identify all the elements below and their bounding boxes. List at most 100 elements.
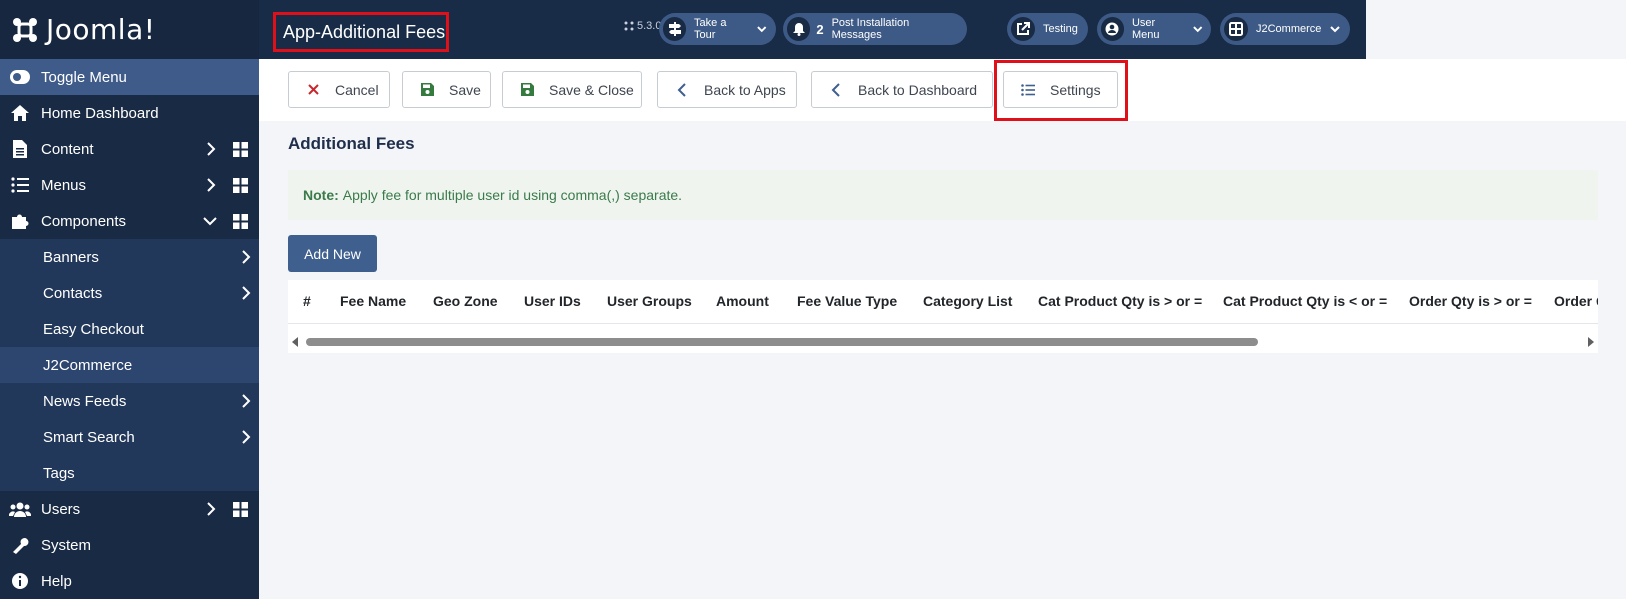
chevron-right-icon[interactable] bbox=[205, 501, 217, 517]
column-header[interactable]: User IDs bbox=[524, 293, 581, 309]
column-header[interactable]: Category List bbox=[923, 293, 1012, 309]
sidebar-subitem-easy-checkout[interactable]: Easy Checkout bbox=[0, 311, 259, 347]
sidebar-subitem-smart-search[interactable]: Smart Search bbox=[0, 419, 259, 455]
chevron-right-icon[interactable] bbox=[240, 249, 252, 265]
external-link-icon bbox=[1011, 17, 1035, 41]
horizontal-scrollbar[interactable] bbox=[288, 337, 1598, 347]
info-note: Note: Apply fee for multiple user id usi… bbox=[288, 170, 1598, 220]
users-icon bbox=[9, 499, 31, 519]
j2commerce-label: J2Commerce bbox=[1256, 23, 1322, 35]
panels-icon bbox=[1224, 17, 1248, 41]
chevron-right-icon[interactable] bbox=[240, 429, 252, 445]
testing-site-button[interactable]: Testing bbox=[1007, 13, 1088, 45]
user-menu-button[interactable]: User Menu bbox=[1097, 13, 1211, 45]
take-tour-label: Take a Tour bbox=[694, 17, 727, 41]
home-icon bbox=[9, 103, 31, 123]
close-icon bbox=[305, 82, 321, 98]
cancel-label: Cancel bbox=[335, 81, 379, 98]
sidebar-item-home-dashboard[interactable]: Home Dashboard bbox=[0, 95, 259, 131]
save-close-label: Save & Close bbox=[549, 81, 634, 98]
sidebar-item-system[interactable]: System bbox=[0, 527, 259, 563]
column-header[interactable]: Fee Name bbox=[340, 293, 406, 309]
column-header[interactable]: Cat Product Qty is < or = bbox=[1223, 293, 1387, 309]
sidebar-item-users[interactable]: Users bbox=[0, 491, 259, 527]
post-installation-messages-button[interactable]: 2 Post Installation Messages bbox=[783, 13, 967, 45]
sidebar-subitem-label: News Feeds bbox=[43, 392, 127, 410]
sidebar-subitem-label: Contacts bbox=[43, 284, 103, 302]
sidebar-item-label: Content bbox=[41, 140, 94, 158]
sidebar-subitem-banners[interactable]: Banners bbox=[0, 239, 259, 275]
save-button[interactable]: Save bbox=[402, 71, 491, 108]
sidebar-subitem-news-feeds[interactable]: News Feeds bbox=[0, 383, 259, 419]
scroll-left-arrow-icon[interactable] bbox=[291, 337, 299, 347]
user-icon bbox=[1101, 17, 1124, 41]
sidebar-subitem-label: J2Commerce bbox=[43, 356, 133, 374]
sidebar-subitem-tags[interactable]: Tags bbox=[0, 455, 259, 491]
chevron-right-icon[interactable] bbox=[205, 141, 217, 157]
bell-icon bbox=[787, 17, 811, 41]
chevron-right-icon[interactable] bbox=[240, 393, 252, 409]
chevron-down-icon bbox=[1330, 26, 1341, 33]
column-header[interactable]: User Groups bbox=[607, 293, 692, 309]
save-label: Save bbox=[449, 81, 481, 98]
chevron-down-icon bbox=[757, 26, 767, 33]
back-to-dashboard-label: Back to Dashboard bbox=[858, 81, 978, 98]
column-header[interactable]: Order Qty is > or = bbox=[1409, 293, 1532, 309]
chevron-left-icon bbox=[828, 82, 844, 98]
joomla-small-icon bbox=[624, 21, 634, 31]
back-to-apps-button[interactable]: Back to Apps bbox=[657, 71, 797, 108]
sidebar-subitem-label: Smart Search bbox=[43, 428, 135, 446]
add-new-button[interactable]: Add New bbox=[288, 235, 377, 272]
toggle-menu[interactable]: Toggle Menu bbox=[0, 59, 259, 95]
cancel-button[interactable]: Cancel bbox=[288, 71, 390, 108]
settings-highlight-box bbox=[994, 60, 1128, 121]
table-header-row: # Fee Name Geo Zone User IDs User Groups… bbox=[288, 280, 1598, 324]
dashboard-grid-icon[interactable] bbox=[233, 214, 248, 229]
sidebar-subitem-contacts[interactable]: Contacts bbox=[0, 275, 259, 311]
fees-table: # Fee Name Geo Zone User IDs User Groups… bbox=[288, 280, 1598, 353]
column-header[interactable]: Fee Value Type bbox=[797, 293, 897, 309]
file-icon bbox=[9, 139, 31, 159]
column-header[interactable]: Order Q bbox=[1554, 293, 1598, 309]
scroll-right-arrow-icon[interactable] bbox=[1587, 337, 1595, 347]
post-install-label: Post Installation Messages bbox=[831, 17, 910, 41]
sidebar-item-content[interactable]: Content bbox=[0, 131, 259, 167]
dashboard-grid-icon[interactable] bbox=[233, 142, 248, 157]
chevron-right-icon[interactable] bbox=[205, 177, 217, 193]
sidebar-item-label: Components bbox=[41, 212, 127, 230]
components-submenu: Banners Contacts Easy Checkout J2Commerc… bbox=[0, 239, 259, 491]
save-close-button[interactable]: Save & Close bbox=[502, 71, 642, 108]
list-icon bbox=[9, 175, 31, 195]
info-icon bbox=[9, 571, 31, 591]
column-header[interactable]: Amount bbox=[716, 293, 769, 309]
sidebar-subitem-label: Easy Checkout bbox=[43, 320, 144, 338]
toggle-menu-label: Toggle Menu bbox=[41, 68, 127, 86]
chevron-left-icon bbox=[674, 82, 690, 98]
dashboard-grid-icon[interactable] bbox=[233, 178, 248, 193]
column-header[interactable]: Cat Product Qty is > or = bbox=[1038, 293, 1202, 309]
sidebar-item-menus[interactable]: Menus bbox=[0, 167, 259, 203]
signpost-icon bbox=[663, 17, 687, 41]
sidebar-item-label: Users bbox=[41, 500, 81, 518]
column-header[interactable]: # bbox=[303, 293, 311, 309]
sidebar-subitem-label: Banners bbox=[43, 248, 99, 266]
sidebar-item-components[interactable]: Components bbox=[0, 203, 259, 239]
chevron-right-icon[interactable] bbox=[240, 285, 252, 301]
post-install-count: 2 bbox=[816, 21, 824, 37]
sidebar-subitem-j2commerce[interactable]: J2Commerce bbox=[0, 347, 259, 383]
chevron-down-icon[interactable] bbox=[202, 215, 218, 227]
brand-name: Joomla! bbox=[46, 13, 156, 46]
sidebar-item-help[interactable]: Help bbox=[0, 563, 259, 599]
column-header[interactable]: Geo Zone bbox=[433, 293, 498, 309]
version-text: 5.3.0 bbox=[637, 20, 662, 32]
scrollbar-thumb[interactable] bbox=[306, 338, 1258, 346]
j2commerce-menu-button[interactable]: J2Commerce bbox=[1220, 13, 1350, 45]
take-tour-button[interactable]: Take a Tour bbox=[659, 13, 776, 45]
version-label: 5.3.0 bbox=[624, 20, 661, 32]
joomla-logo[interactable]: Joomla! bbox=[0, 0, 259, 59]
back-to-dashboard-button[interactable]: Back to Dashboard bbox=[811, 71, 993, 108]
toolbar: Cancel Save Save & Close Back to Apps Ba… bbox=[259, 59, 1626, 121]
chevron-down-icon bbox=[1192, 26, 1202, 33]
back-to-apps-label: Back to Apps bbox=[704, 81, 786, 98]
dashboard-grid-icon[interactable] bbox=[233, 502, 248, 517]
